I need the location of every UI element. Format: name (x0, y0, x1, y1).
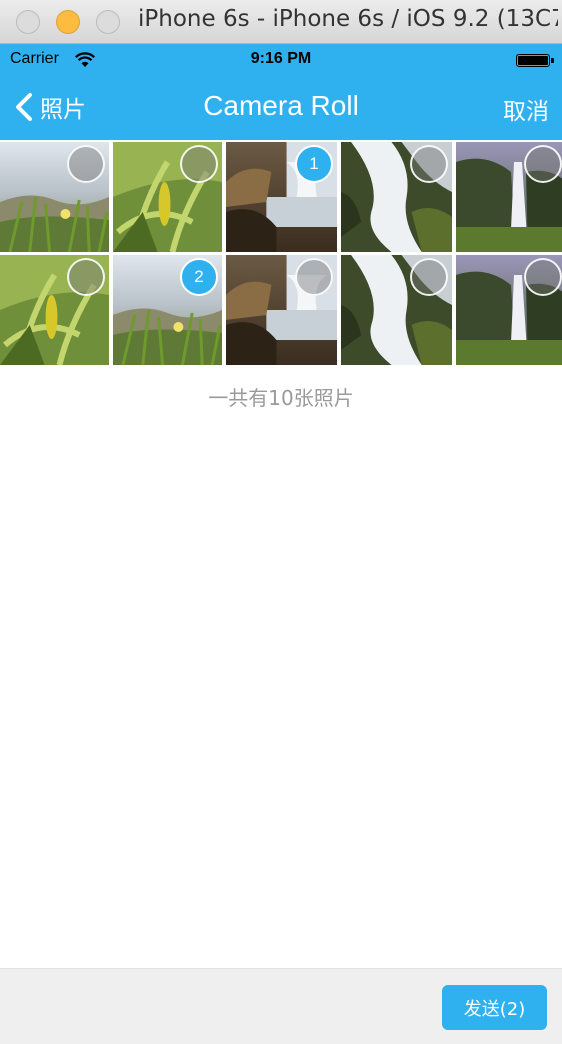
selection-badge[interactable]: 1 (295, 145, 333, 183)
simulator-title-bar: iPhone 6s - iPhone 6s / iOS 9.2 (13C75) (0, 0, 562, 44)
status-time: 9:16 PM (250, 50, 312, 67)
navigation-bar: 照片 Camera Roll 取消 (0, 76, 562, 140)
selection-checkbox[interactable] (410, 145, 448, 183)
photo-thumbnail[interactable]: 2 (113, 255, 222, 365)
bottom-toolbar: 发送(2) (0, 968, 562, 1044)
header: Carrier 9:16 PM 照片 Camera Roll 取消 (0, 44, 562, 140)
selection-checkbox[interactable] (67, 145, 105, 183)
photo-thumbnail[interactable] (341, 255, 452, 365)
selection-badge[interactable]: 2 (180, 258, 218, 296)
selection-checkbox[interactable] (295, 258, 333, 296)
photo-thumbnail[interactable] (456, 255, 562, 365)
window-close-button[interactable] (16, 10, 40, 34)
window-minimize-button[interactable] (56, 10, 80, 34)
photo-thumbnail[interactable] (113, 142, 222, 252)
photo-thumbnail[interactable]: 1 (226, 142, 337, 252)
photo-grid: 12 (0, 142, 562, 366)
photo-thumbnail[interactable] (226, 255, 337, 365)
send-button[interactable]: 发送(2) (442, 985, 547, 1030)
status-bar: Carrier 9:16 PM (0, 44, 562, 76)
photo-thumbnail[interactable] (0, 255, 109, 365)
photo-count-label: 一共有10张照片 (208, 386, 354, 410)
selection-checkbox[interactable] (524, 258, 562, 296)
photo-thumbnail[interactable] (0, 142, 109, 252)
selection-checkbox[interactable] (67, 258, 105, 296)
battery-icon (516, 54, 554, 67)
cancel-button[interactable]: 取消 (503, 92, 549, 126)
photo-thumbnail[interactable] (456, 142, 562, 252)
page-title: Camera Roll (203, 90, 359, 121)
selection-checkbox[interactable] (180, 145, 218, 183)
window-title: iPhone 6s - iPhone 6s / iOS 9.2 (13C75) (138, 6, 558, 32)
selection-checkbox[interactable] (410, 258, 448, 296)
selection-checkbox[interactable] (524, 145, 562, 183)
window-zoom-button[interactable] (96, 10, 120, 34)
photo-thumbnail[interactable] (341, 142, 452, 252)
